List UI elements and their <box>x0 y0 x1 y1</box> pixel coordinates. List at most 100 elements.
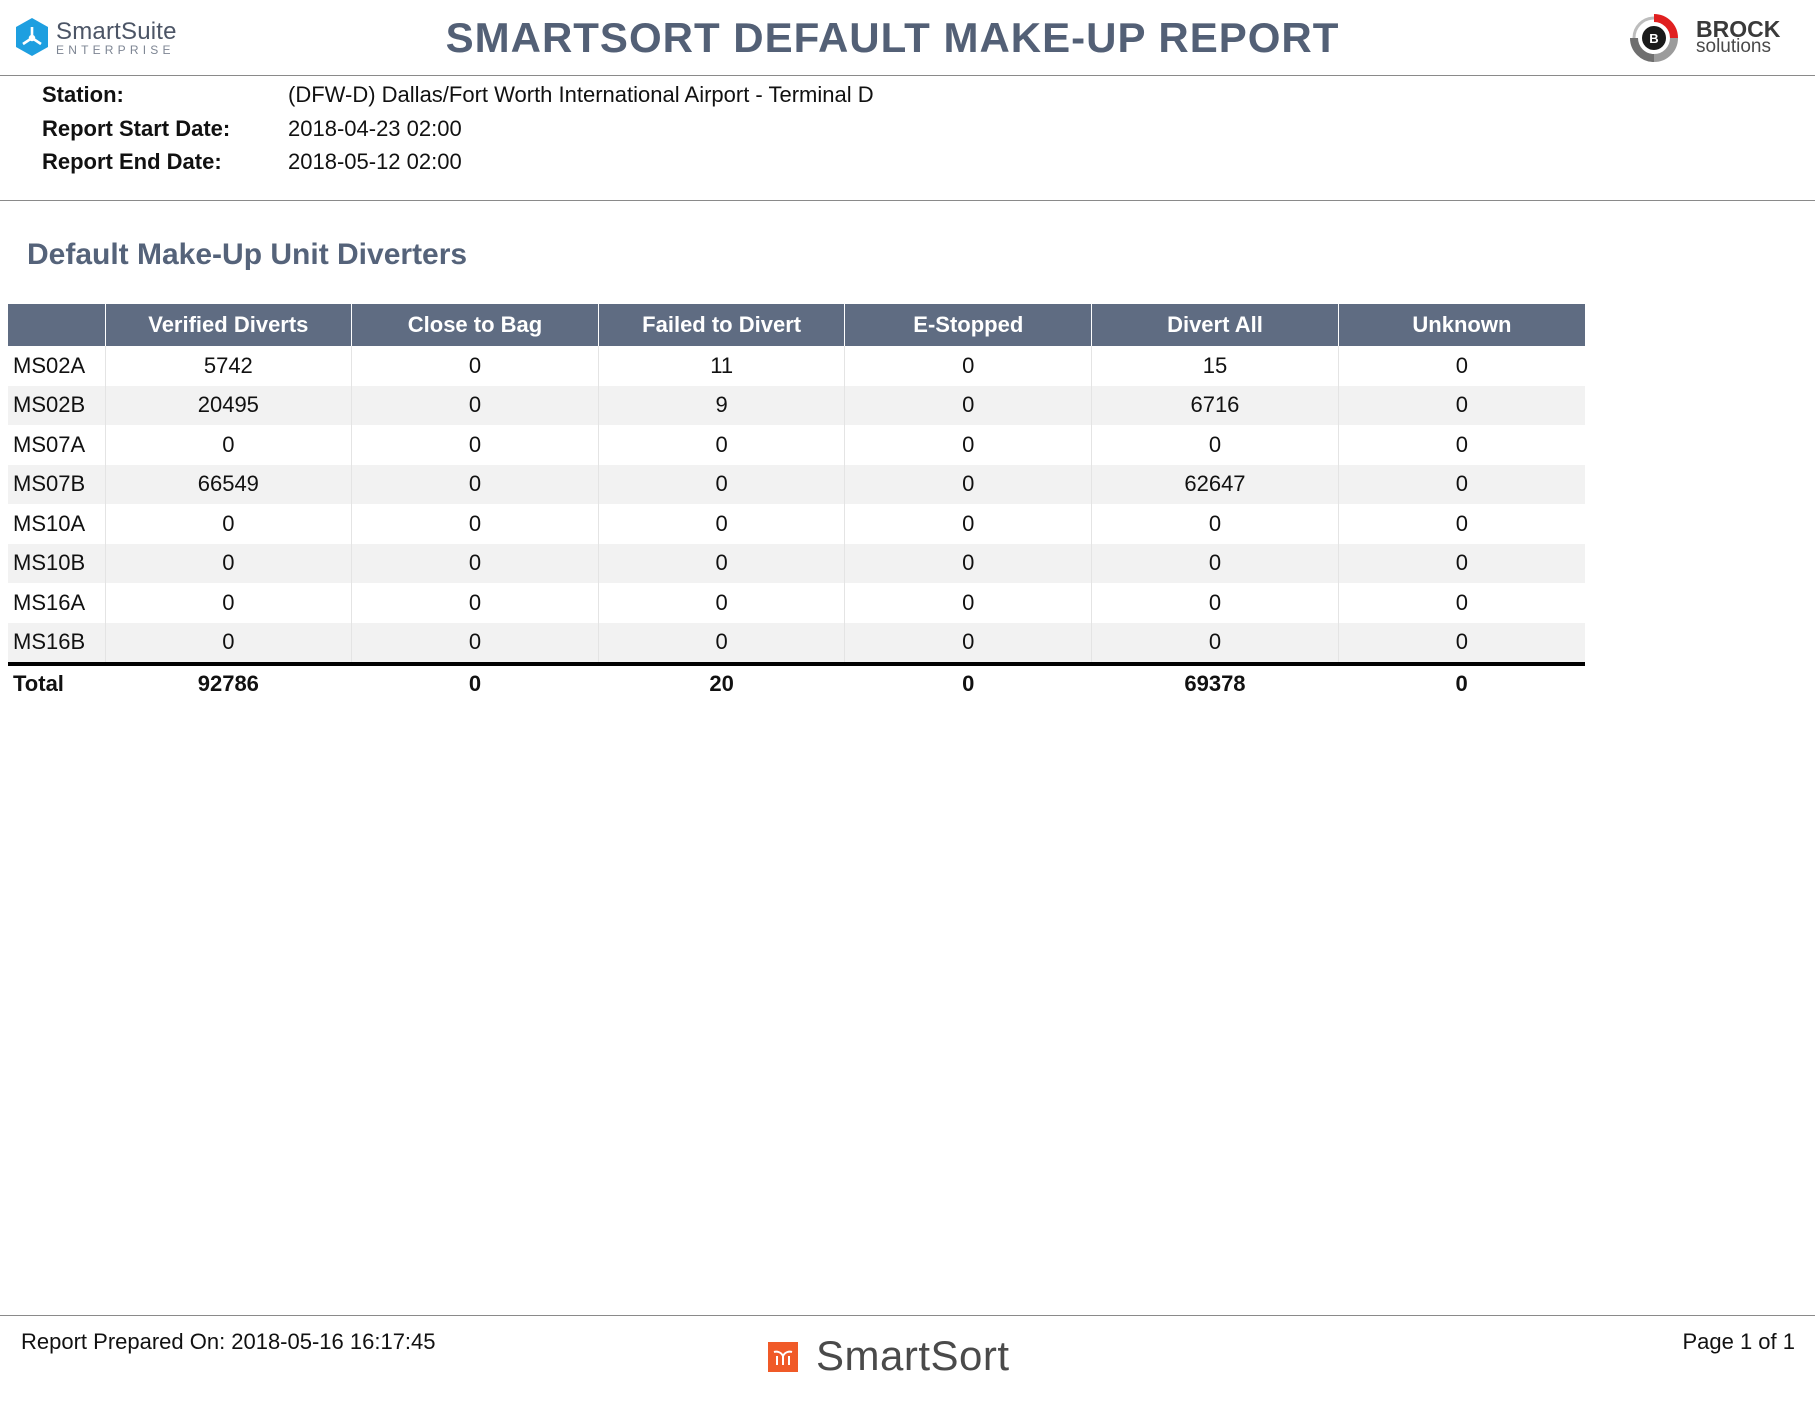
table-cell: 66549 <box>104 464 352 504</box>
start-date-label: Report Start Date: <box>42 116 231 141</box>
table-cell: 0 <box>1337 464 1585 504</box>
row-label: MS10B <box>8 543 105 583</box>
column-header: Verified Diverts <box>104 304 352 346</box>
table-cell: 0 <box>597 622 845 664</box>
brock-logo: B BROCK solutions <box>1624 12 1804 64</box>
table-cell: 0 <box>844 583 1092 623</box>
report-title: SMARTSORT DEFAULT MAKE-UP REPORT <box>445 14 1340 61</box>
table-cell: 0 <box>844 464 1092 504</box>
table-cell: 0 <box>351 583 599 623</box>
report-prepared: Report Prepared On: 2018-05-16 16:17:45 <box>21 1329 436 1355</box>
total-cell: 92786 <box>105 662 352 702</box>
table-cell: 0 <box>104 583 352 623</box>
footer-divider <box>0 1315 1815 1316</box>
smartsort-logo: SmartSort <box>768 1332 1028 1380</box>
report-info: Station: (DFW-D) Dallas/Fort Worth Inter… <box>0 76 1815 201</box>
column-header: E-Stopped <box>844 304 1092 346</box>
table-cell: 0 <box>597 583 845 623</box>
column-header: Divert All <box>1091 304 1339 346</box>
table-cell: 0 <box>1337 385 1585 425</box>
table-cell: 0 <box>844 504 1092 544</box>
row-label: MS02B <box>8 385 105 425</box>
table-cell: 11 <box>597 346 845 386</box>
page-number: Page 1 of 1 <box>1682 1329 1795 1354</box>
station-label: Station: <box>42 82 124 107</box>
table-cell: 0 <box>844 622 1092 664</box>
smartsort-mark-icon <box>768 1342 798 1372</box>
column-header: Close to Bag <box>351 304 599 346</box>
total-label: Total <box>8 662 105 702</box>
table-cell: 0 <box>1091 583 1339 623</box>
table-cell: 0 <box>844 385 1092 425</box>
table-cell: 0 <box>1091 504 1339 544</box>
total-cell: 69378 <box>1091 662 1339 702</box>
table-cell: 0 <box>1337 622 1585 664</box>
total-cell: 20 <box>598 662 845 702</box>
end-date-value: 2018-05-12 02:00 <box>288 149 462 174</box>
start-date-value: 2018-04-23 02:00 <box>288 116 462 141</box>
table-row: MS10B 0 0 0 0 0 0 <box>8 543 1585 583</box>
table-header-row: Verified Diverts Close to Bag Failed to … <box>8 304 1585 346</box>
table-cell: 0 <box>351 504 599 544</box>
total-row: Total 92786 0 20 0 69378 0 <box>8 662 1585 702</box>
table-cell: 0 <box>104 504 352 544</box>
table-cell: 0 <box>844 425 1092 465</box>
row-label: MS07A <box>13 431 86 457</box>
prepared-label: Report Prepared On: <box>21 1329 226 1354</box>
table-cell: 0 <box>351 346 599 386</box>
table-cell: 0 <box>351 543 599 583</box>
table-row: MS16A 0 0 0 0 0 0 <box>8 583 1585 623</box>
table-cell: 0 <box>1337 425 1585 465</box>
table-cell: 0 <box>597 425 845 465</box>
table-cell: 0 <box>597 543 845 583</box>
table-row: MS07B 66549 0 0 0 62647 0 <box>8 464 1585 504</box>
table-row: MS10A 0 0 0 0 0 0 <box>8 504 1585 544</box>
table-cell: 0 <box>844 346 1092 386</box>
table-cell: 0 <box>597 464 845 504</box>
station-value: (DFW-D) Dallas/Fort Worth International … <box>288 82 874 107</box>
table-cell: 0 <box>1091 425 1339 465</box>
table-cell: 0 <box>1337 346 1585 386</box>
table-cell: 0 <box>1337 543 1585 583</box>
row-label: MS16B <box>8 622 105 664</box>
table-cell: 9 <box>597 385 845 425</box>
table-cell: 6716 <box>1091 385 1339 425</box>
table-cell: 0 <box>351 425 599 465</box>
row-label: MS07B <box>8 464 105 504</box>
table-cell: 20495 <box>104 385 352 425</box>
report-header: SmartSuite ENTERPRISE SMARTSORT DEFAULT … <box>0 0 1815 76</box>
column-header <box>8 304 105 346</box>
column-header: Failed to Divert <box>597 304 845 346</box>
table-cell: 0 <box>1091 622 1339 664</box>
table-cell: 0 <box>351 622 599 664</box>
table-row: MS07A 0 0 0 0 0 0 <box>8 425 1585 465</box>
end-date-label: Report End Date: <box>42 149 222 174</box>
total-cell: 0 <box>844 662 1092 702</box>
table-cell: 0 <box>104 622 352 664</box>
table-cell: 0 <box>597 504 845 544</box>
table-row: MS02B 20495 0 9 0 6716 0 <box>8 385 1585 425</box>
row-label: MS10A <box>13 510 86 536</box>
row-label: MS02A <box>13 352 86 378</box>
brock-logo-letter: B <box>1649 31 1658 46</box>
table-cell: 0 <box>351 464 599 504</box>
diverters-table: Verified Diverts Close to Bag Failed to … <box>8 304 1585 702</box>
table-row: MS16B 0 0 0 0 0 0 <box>8 622 1585 664</box>
table-cell: 0 <box>351 385 599 425</box>
table-cell: 0 <box>844 543 1092 583</box>
table-row: MS02A 5742 0 11 0 15 0 <box>8 346 1585 386</box>
column-header: Unknown <box>1337 304 1585 346</box>
table-cell: 15 <box>1091 346 1339 386</box>
smartsort-wordmark: SmartSort <box>816 1332 1010 1379</box>
total-cell: 0 <box>1338 662 1585 702</box>
table-cell: 0 <box>104 425 352 465</box>
prepared-value: 2018-05-16 16:17:45 <box>231 1329 436 1354</box>
total-cell: 0 <box>351 662 599 702</box>
table-cell: 0 <box>1091 543 1339 583</box>
brock-ring-icon: B <box>1630 14 1678 62</box>
section-title: Default Make-Up Unit Diverters <box>27 238 468 271</box>
table-cell: 5742 <box>104 346 352 386</box>
brock-logo-sub: solutions <box>1696 36 1771 57</box>
table-cell: 62647 <box>1091 464 1339 504</box>
table-cell: 0 <box>104 543 352 583</box>
